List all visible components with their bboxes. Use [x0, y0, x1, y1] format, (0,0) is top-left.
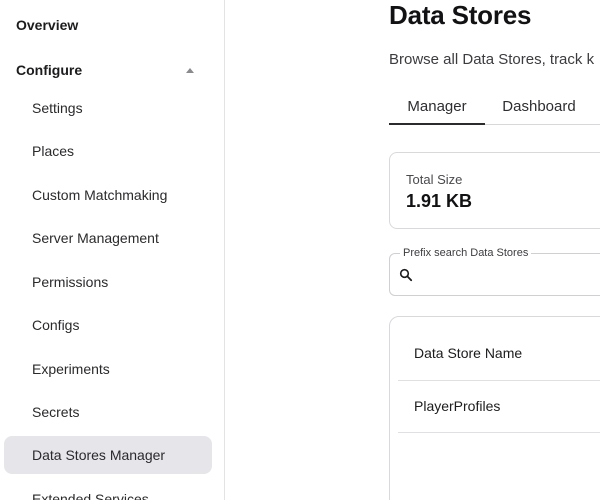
chevron-up-icon — [186, 67, 194, 73]
data-stores-table: Data Store Name PlayerProfiles — [389, 316, 600, 500]
sidebar-item-extended-services[interactable]: Extended Services — [4, 480, 212, 500]
sidebar-section-configure[interactable]: Configure — [16, 60, 208, 80]
row-divider — [398, 380, 600, 381]
column-header-data-store-name[interactable]: Data Store Name — [414, 345, 522, 361]
page-subtitle: Browse all Data Stores, track k — [389, 51, 595, 68]
sidebar-item-configs[interactable]: Configs — [4, 306, 212, 344]
tab-bar: Manager Dashboard — [389, 88, 600, 125]
page-title: Data Stores — [389, 0, 532, 30]
sidebar: Overview Configure Settings Places Custo… — [0, 0, 225, 500]
row-divider — [398, 432, 600, 433]
total-size-value: 1.91 KB — [406, 191, 473, 211]
total-size-label: Total Size — [406, 172, 463, 187]
sidebar-item-custom-matchmaking[interactable]: Custom Matchmaking — [4, 176, 212, 214]
tab-manager[interactable]: Manager — [389, 88, 485, 125]
search-field-label: Prefix search Data Stores — [400, 247, 532, 259]
prefix-search-field[interactable]: Prefix search Data Stores — [389, 247, 600, 296]
search-icon — [399, 268, 413, 282]
sidebar-item-secrets[interactable]: Secrets — [4, 393, 212, 431]
sidebar-section-label: Configure — [16, 62, 83, 78]
main-content: Data Stores Browse all Data Stores, trac… — [225, 0, 600, 500]
tab-dashboard[interactable]: Dashboard — [485, 88, 593, 124]
sidebar-item-settings[interactable]: Settings — [4, 89, 212, 127]
table-row[interactable]: PlayerProfiles — [414, 398, 500, 414]
sidebar-item-overview[interactable]: Overview — [16, 17, 78, 33]
sidebar-item-server-management[interactable]: Server Management — [4, 219, 212, 257]
sidebar-item-places[interactable]: Places — [4, 132, 212, 170]
total-size-card: Total Size 1.91 KB — [389, 152, 600, 229]
search-input[interactable] — [418, 264, 600, 286]
sidebar-item-data-stores-manager[interactable]: Data Stores Manager — [4, 436, 212, 474]
sidebar-item-permissions[interactable]: Permissions — [4, 263, 212, 301]
sidebar-item-experiments[interactable]: Experiments — [4, 350, 212, 388]
